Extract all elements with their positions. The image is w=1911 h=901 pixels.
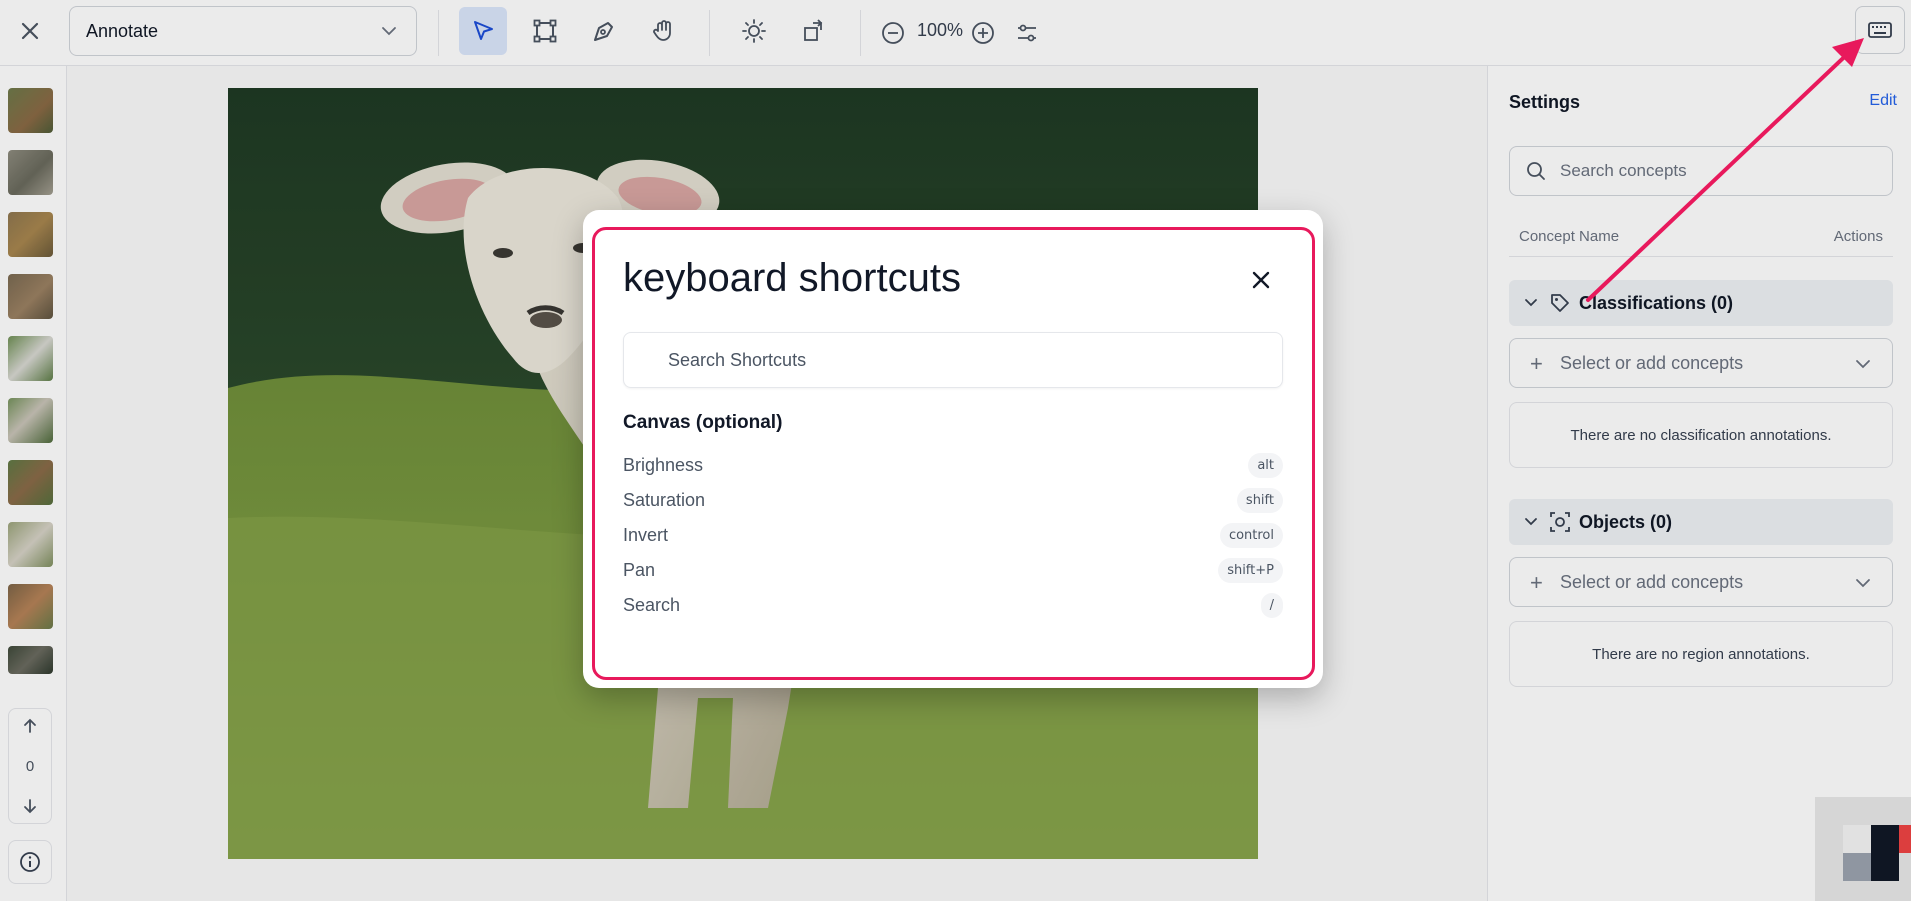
shortcut-label: Search	[623, 594, 681, 615]
search-shortcuts-placeholder: Search Shortcuts	[668, 349, 807, 370]
shortcut-group-title: Canvas (optional)	[623, 412, 783, 433]
modal-title: keyboard shortcuts	[623, 256, 961, 300]
shortcut-label: Saturation	[623, 489, 706, 510]
keyboard-shortcuts-modal: keyboard shortcuts Search Shortcuts Canv…	[583, 210, 1323, 688]
shortcut-key: shift	[1236, 487, 1283, 513]
shortcut-label: Invert	[623, 524, 669, 545]
shortcut-row: Pan shift+P	[623, 555, 1283, 585]
shortcut-key: control	[1219, 522, 1283, 548]
shortcut-key: shift+P	[1218, 557, 1283, 583]
shortcut-label: Brighness	[623, 454, 704, 475]
search-shortcuts-input[interactable]: Search Shortcuts	[623, 332, 1283, 388]
shortcut-key: alt	[1248, 452, 1283, 478]
shortcut-row: Search /	[623, 590, 1283, 620]
shortcut-row: Saturation shift	[623, 485, 1283, 515]
shortcut-row: Invert control	[623, 520, 1283, 550]
modal-close-button[interactable]	[1243, 262, 1279, 298]
shortcut-key: /	[1260, 592, 1283, 618]
close-icon	[1252, 271, 1270, 289]
shortcut-label: Pan	[623, 559, 656, 580]
shortcut-row: Brighness alt	[623, 450, 1283, 480]
